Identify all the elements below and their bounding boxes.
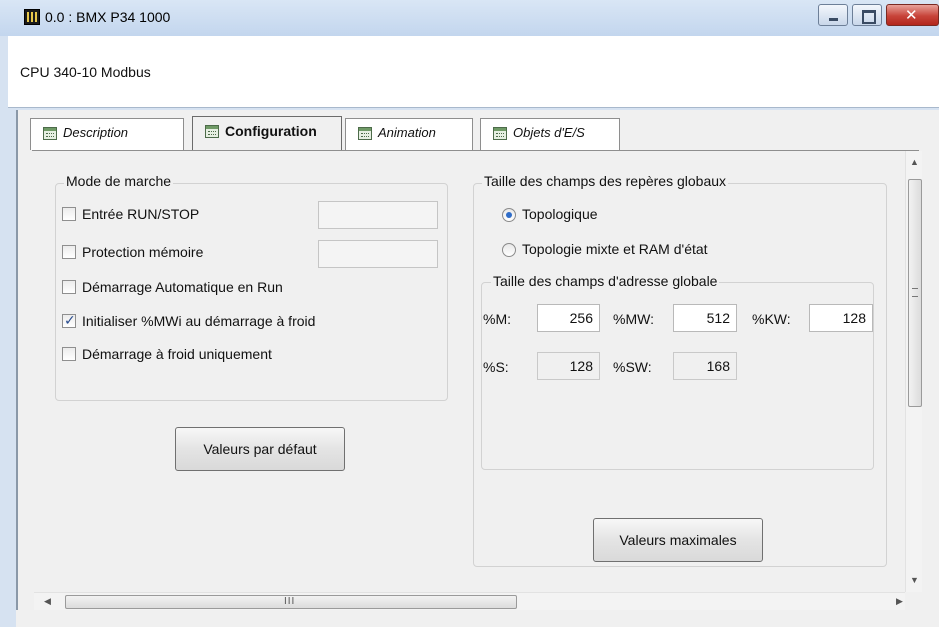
- s-label: %S:: [483, 359, 509, 375]
- tab-grid-icon: [358, 127, 372, 140]
- module-label: CPU 340-10 Modbus: [20, 64, 151, 80]
- sw-value: 168: [673, 352, 737, 380]
- vertical-scroll-thumb[interactable]: [908, 179, 922, 407]
- tab-objets-es[interactable]: Objets d'E/S: [480, 118, 620, 150]
- horizontal-scroll-thumb[interactable]: III: [65, 595, 517, 609]
- m-input[interactable]: 256: [537, 304, 600, 332]
- tab-grid-icon: [493, 127, 507, 140]
- max-values-button[interactable]: Valeurs maximales: [593, 518, 763, 562]
- scroll-up-icon[interactable]: ▲: [910, 157, 919, 167]
- adresse-globale-title: Taille des champs d'adresse globale: [491, 273, 720, 289]
- run-stop-input[interactable]: [318, 201, 438, 229]
- cold-start-checkbox[interactable]: [62, 347, 76, 361]
- mw-label: %MW:: [613, 311, 654, 327]
- kw-input[interactable]: 128: [809, 304, 873, 332]
- topologie-mixte-radio[interactable]: [502, 243, 516, 257]
- tab-label: Objets d'E/S: [513, 125, 585, 140]
- init-mwi-checkbox[interactable]: [62, 312, 76, 329]
- tab-label: Configuration: [225, 123, 317, 139]
- default-values-button[interactable]: Valeurs par défaut: [175, 427, 345, 471]
- bottom-frame: [16, 610, 939, 627]
- protection-checkbox[interactable]: [62, 245, 76, 259]
- window-title: 0.0 : BMX P34 1000: [45, 9, 171, 25]
- sw-label: %SW:: [613, 359, 652, 375]
- tab-label: Animation: [378, 125, 436, 140]
- horizontal-scrollbar[interactable]: ◀ III ▶: [34, 592, 905, 610]
- scroll-left-icon[interactable]: ◀: [44, 596, 51, 607]
- mode-de-marche-title: Mode de marche: [64, 173, 174, 189]
- scroll-down-icon[interactable]: ▼: [910, 575, 919, 585]
- tab-description[interactable]: Description: [30, 118, 184, 150]
- scroll-right-icon[interactable]: ▶: [896, 596, 903, 607]
- option-label: Protection mémoire: [82, 244, 204, 260]
- s-value: 128: [537, 352, 600, 380]
- mw-input[interactable]: 512: [673, 304, 737, 332]
- vertical-scrollbar[interactable]: ▲ ▼: [905, 151, 922, 592]
- topologique-radio[interactable]: [502, 208, 516, 222]
- minimize-button[interactable]: [818, 4, 848, 26]
- kw-label: %KW:: [752, 311, 791, 327]
- radio-label: Topologie mixte et RAM d'état: [522, 241, 708, 257]
- scroll-grip-icon: III: [284, 596, 296, 607]
- m-label: %M:: [483, 311, 511, 327]
- option-label: Démarrage à froid uniquement: [82, 346, 272, 362]
- tab-grid-icon: [205, 125, 219, 138]
- option-label: Démarrage Automatique en Run: [82, 279, 283, 295]
- scroll-corner: [905, 592, 922, 610]
- maximize-button[interactable]: [852, 4, 882, 26]
- protection-input[interactable]: [318, 240, 438, 268]
- title-bar[interactable]: 0.0 : BMX P34 1000: [0, 0, 939, 36]
- app-icon[interactable]: [24, 9, 40, 25]
- run-stop-checkbox[interactable]: [62, 207, 76, 221]
- tab-label: Description: [63, 125, 129, 140]
- option-label: Initialiser %MWi au démarrage à froid: [82, 313, 316, 329]
- option-label: Entrée RUN/STOP: [82, 206, 200, 222]
- tab-grid-icon: [43, 127, 57, 140]
- auto-run-checkbox[interactable]: [62, 280, 76, 294]
- tab-configuration[interactable]: Configuration: [192, 116, 342, 150]
- radio-label: Topologique: [522, 206, 598, 222]
- reperes-globaux-title: Taille des champs des repères globaux: [482, 173, 729, 189]
- tab-animation[interactable]: Animation: [345, 118, 473, 150]
- close-button[interactable]: [886, 4, 939, 26]
